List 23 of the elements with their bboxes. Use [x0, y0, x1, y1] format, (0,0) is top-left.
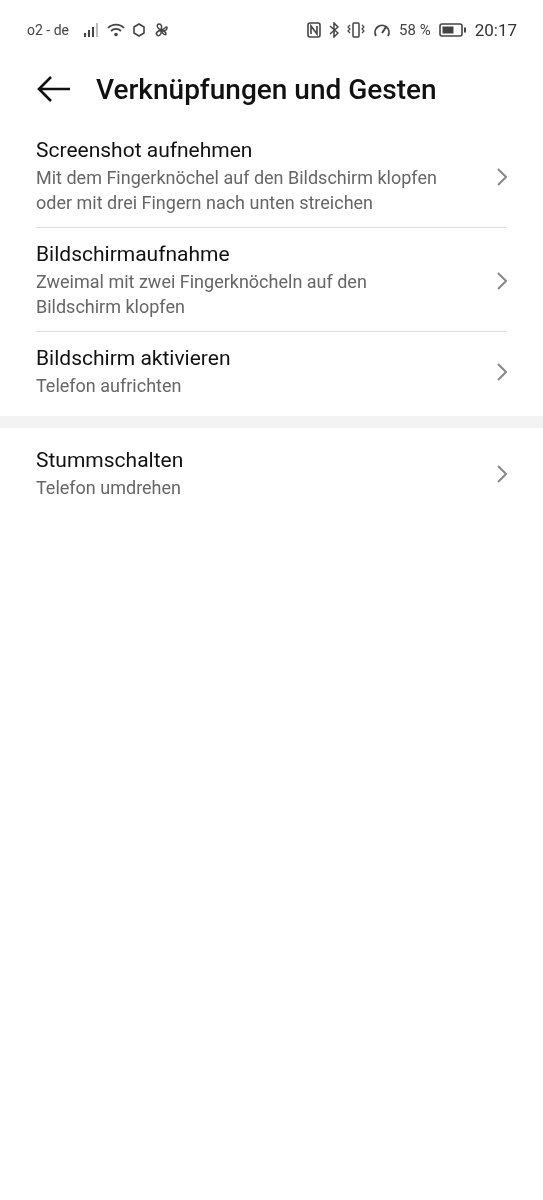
hexagon-icon [133, 23, 145, 37]
speedometer-icon [373, 22, 392, 38]
chevron-right-icon [497, 465, 507, 483]
vibrate-icon [347, 22, 366, 38]
nfc-icon [307, 22, 322, 38]
settings-item[interactable]: Bildschirm aktivieren Telefon aufrichten [36, 332, 507, 410]
chevron-right-icon [497, 167, 507, 186]
fan-icon [153, 22, 169, 38]
signal-icon [83, 23, 99, 37]
carrier-name: o2 - de [27, 22, 69, 38]
chevron-right-icon [497, 363, 507, 381]
clock-time: 20:17 [474, 20, 517, 40]
wifi-icon [107, 23, 125, 37]
settings-item[interactable]: Stummschalten Telefon umdrehen [36, 434, 507, 512]
back-button[interactable] [36, 75, 72, 103]
chevron-right-icon [497, 271, 507, 290]
back-arrow-icon [36, 75, 72, 103]
settings-item[interactable]: Screenshot aufnehmen Mit dem Fingerknöchel auf den Bildschirm klopfen oder mit drei Fingern nach unten streichen [36, 124, 507, 228]
settings-item[interactable]: Bildschirmaufnahme Zweimal mit zwei Fingerknöcheln auf den Bildschirm klopfen [36, 228, 507, 332]
bluetooth-icon [329, 22, 340, 38]
page-title: Verknüpfungen und Gesten [96, 72, 437, 106]
battery-icon [438, 23, 467, 37]
battery-percentage: 58 % [399, 21, 431, 39]
